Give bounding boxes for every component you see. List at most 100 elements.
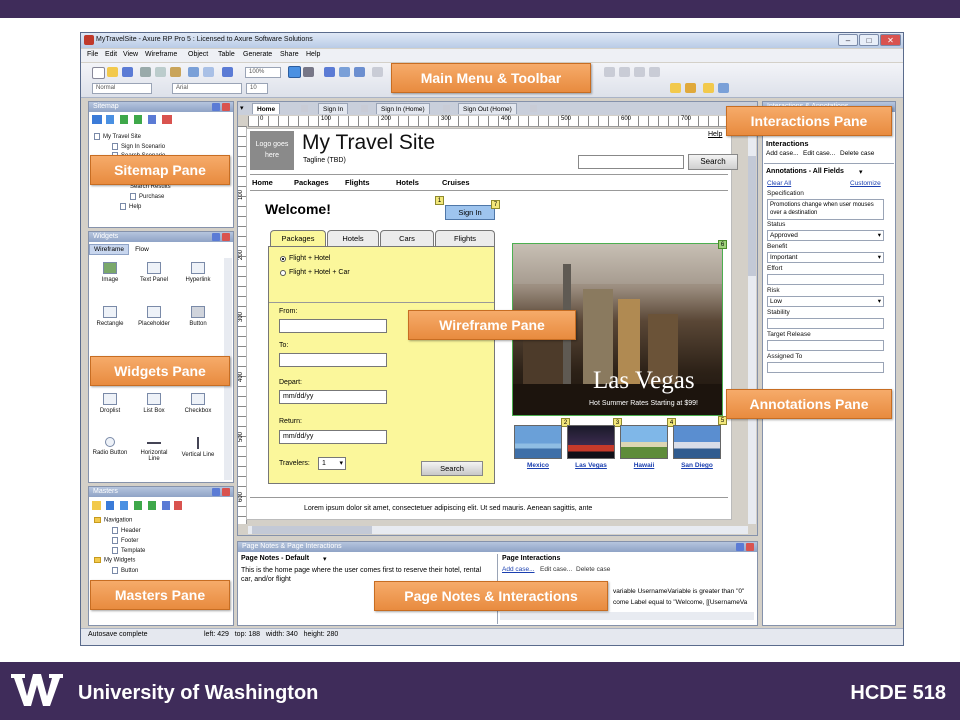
sitemap-item[interactable]: Help [120, 203, 141, 210]
pane-dock-icon[interactable] [212, 103, 220, 111]
ungroup-icon[interactable] [339, 67, 350, 77]
undo-icon[interactable] [188, 67, 199, 77]
pane-close-icon[interactable] [222, 103, 230, 111]
tab-menu-icon[interactable]: ▾ [240, 104, 249, 113]
master-folder[interactable]: My Widgets [94, 557, 135, 564]
master-item[interactable]: Template [112, 547, 145, 554]
interactions-delete-case[interactable]: Delete case [840, 150, 874, 157]
annotation-marker[interactable]: 7 [491, 200, 500, 209]
tab-close-icon[interactable] [301, 105, 308, 112]
radio-flight-hotel[interactable] [280, 256, 286, 262]
copy-icon[interactable] [155, 67, 166, 77]
master-folder[interactable]: Navigation [94, 517, 132, 524]
master-item[interactable]: Footer [112, 537, 138, 544]
menu-edit[interactable]: Edit [105, 51, 117, 58]
thumb-las-vegas[interactable] [567, 425, 615, 459]
tab-close-icon[interactable] [530, 105, 537, 112]
cut-icon[interactable] [140, 67, 151, 77]
interactions-hscrollbar[interactable] [500, 612, 754, 620]
master-item[interactable]: Button [112, 567, 138, 574]
form-search-button[interactable]: Search [421, 461, 483, 476]
form-tab-hotels[interactable]: Hotels [327, 230, 379, 247]
font-size-select[interactable]: 10 [246, 83, 268, 94]
widget-list-box[interactable]: List Box [134, 393, 174, 414]
widget-hyperlink[interactable]: Hyperlink [178, 262, 218, 283]
case-line[interactable]: come Label equal to "Welcome, [[Username… [613, 599, 747, 606]
menu-table[interactable]: Table [218, 51, 235, 58]
widget-text-panel[interactable]: Text Panel [134, 262, 174, 283]
benefit-select[interactable]: Important ▾ [767, 252, 884, 263]
depart-input[interactable]: mm/dd/yy [279, 390, 387, 404]
minimize-icon[interactable]: – [838, 34, 858, 46]
publish-icon[interactable] [670, 83, 681, 93]
style-select[interactable]: Normal [92, 83, 152, 94]
stability-field[interactable] [767, 318, 884, 329]
thumb-label[interactable]: Mexico [514, 462, 562, 469]
customize-link[interactable]: Customize [850, 180, 881, 187]
sitemap-item[interactable]: Sign In Scenario [112, 143, 165, 150]
menu-wireframe[interactable]: Wireframe [145, 51, 177, 58]
menu-file[interactable]: File [87, 51, 98, 58]
masters-toolbar[interactable] [92, 501, 182, 510]
paste-icon[interactable] [170, 67, 181, 77]
connector-icon[interactable] [303, 67, 314, 77]
align-left-icon[interactable] [604, 67, 615, 77]
text-icon[interactable] [649, 67, 660, 77]
zoom-select[interactable]: 100% [245, 67, 281, 78]
page-add-case-link[interactable]: Add case... [502, 566, 535, 573]
search-input[interactable] [578, 155, 684, 169]
risk-select[interactable]: Low ▾ [767, 296, 884, 307]
font-select[interactable]: Arial [172, 83, 242, 94]
sign-in-button[interactable]: Sign In [445, 205, 495, 220]
effort-field[interactable] [767, 274, 884, 285]
home-icon[interactable] [703, 83, 714, 93]
form-tab-flights[interactable]: Flights [435, 230, 495, 247]
tab-flow[interactable]: Flow [130, 244, 154, 255]
specification-field[interactable]: Promotions change when user mouses over … [767, 199, 884, 220]
front-icon[interactable] [354, 67, 365, 77]
search-button[interactable]: Search [688, 154, 738, 170]
help-icon[interactable] [718, 83, 729, 93]
page-delete-case-link[interactable]: Delete case [576, 566, 610, 573]
page-notes-title[interactable]: Page Notes - Default [241, 555, 309, 562]
new-icon[interactable] [92, 67, 105, 79]
menu-share[interactable]: Share [280, 51, 299, 58]
thumb-label[interactable]: Hawaii [620, 462, 668, 469]
widget-rectangle[interactable]: Rectangle [90, 306, 130, 327]
nav-packages[interactable]: Packages [294, 178, 329, 187]
menu-help[interactable]: Help [306, 51, 320, 58]
thumb-label[interactable]: San Diego [673, 462, 721, 469]
annotations-title[interactable]: Annotations - All Fields [766, 168, 844, 175]
tab-sign-in-home[interactable]: Sign In (Home) [376, 103, 430, 114]
form-tab-packages[interactable]: Packages [270, 230, 326, 247]
return-input[interactable]: mm/dd/yy [279, 430, 387, 444]
tab-close-icon[interactable] [443, 105, 450, 112]
select-icon[interactable] [288, 66, 301, 78]
pane-dock-icon[interactable] [736, 543, 744, 551]
to-input[interactable] [279, 353, 387, 367]
menu-object[interactable]: Object [188, 51, 208, 58]
menu-view[interactable]: View [123, 51, 138, 58]
widget-image[interactable]: Image [90, 262, 130, 283]
annotation-marker[interactable]: 1 [435, 196, 444, 205]
canvas-vscrollbar[interactable] [748, 116, 756, 524]
thumb-san-diego[interactable] [673, 425, 721, 459]
tab-sign-out-home[interactable]: Sign Out (Home) [458, 103, 517, 114]
widget-horizontal-line[interactable]: Horizontal Line [134, 437, 174, 462]
tab-wireframe[interactable]: Wireframe [89, 244, 129, 255]
interactions-edit-case[interactable]: Edit case... [803, 150, 835, 157]
interactions-add-case[interactable]: Add case... [766, 150, 799, 157]
pane-close-icon[interactable] [746, 543, 754, 551]
chevron-down-icon[interactable]: ▾ [323, 555, 327, 563]
help-link[interactable]: Help [708, 131, 722, 138]
sitemap-item[interactable]: My Travel Site [94, 133, 141, 140]
nav-cruises[interactable]: Cruises [442, 178, 470, 187]
nav-hotels[interactable]: Hotels [396, 178, 419, 187]
generate-icon[interactable] [685, 83, 696, 93]
align-center-icon[interactable] [619, 67, 630, 77]
redo-icon[interactable] [203, 67, 214, 77]
clear-all-link[interactable]: Clear All [767, 180, 791, 187]
chevron-down-icon[interactable]: ▾ [859, 168, 863, 176]
annotation-marker[interactable]: 6 [718, 240, 727, 249]
format-icon[interactable] [372, 67, 383, 77]
